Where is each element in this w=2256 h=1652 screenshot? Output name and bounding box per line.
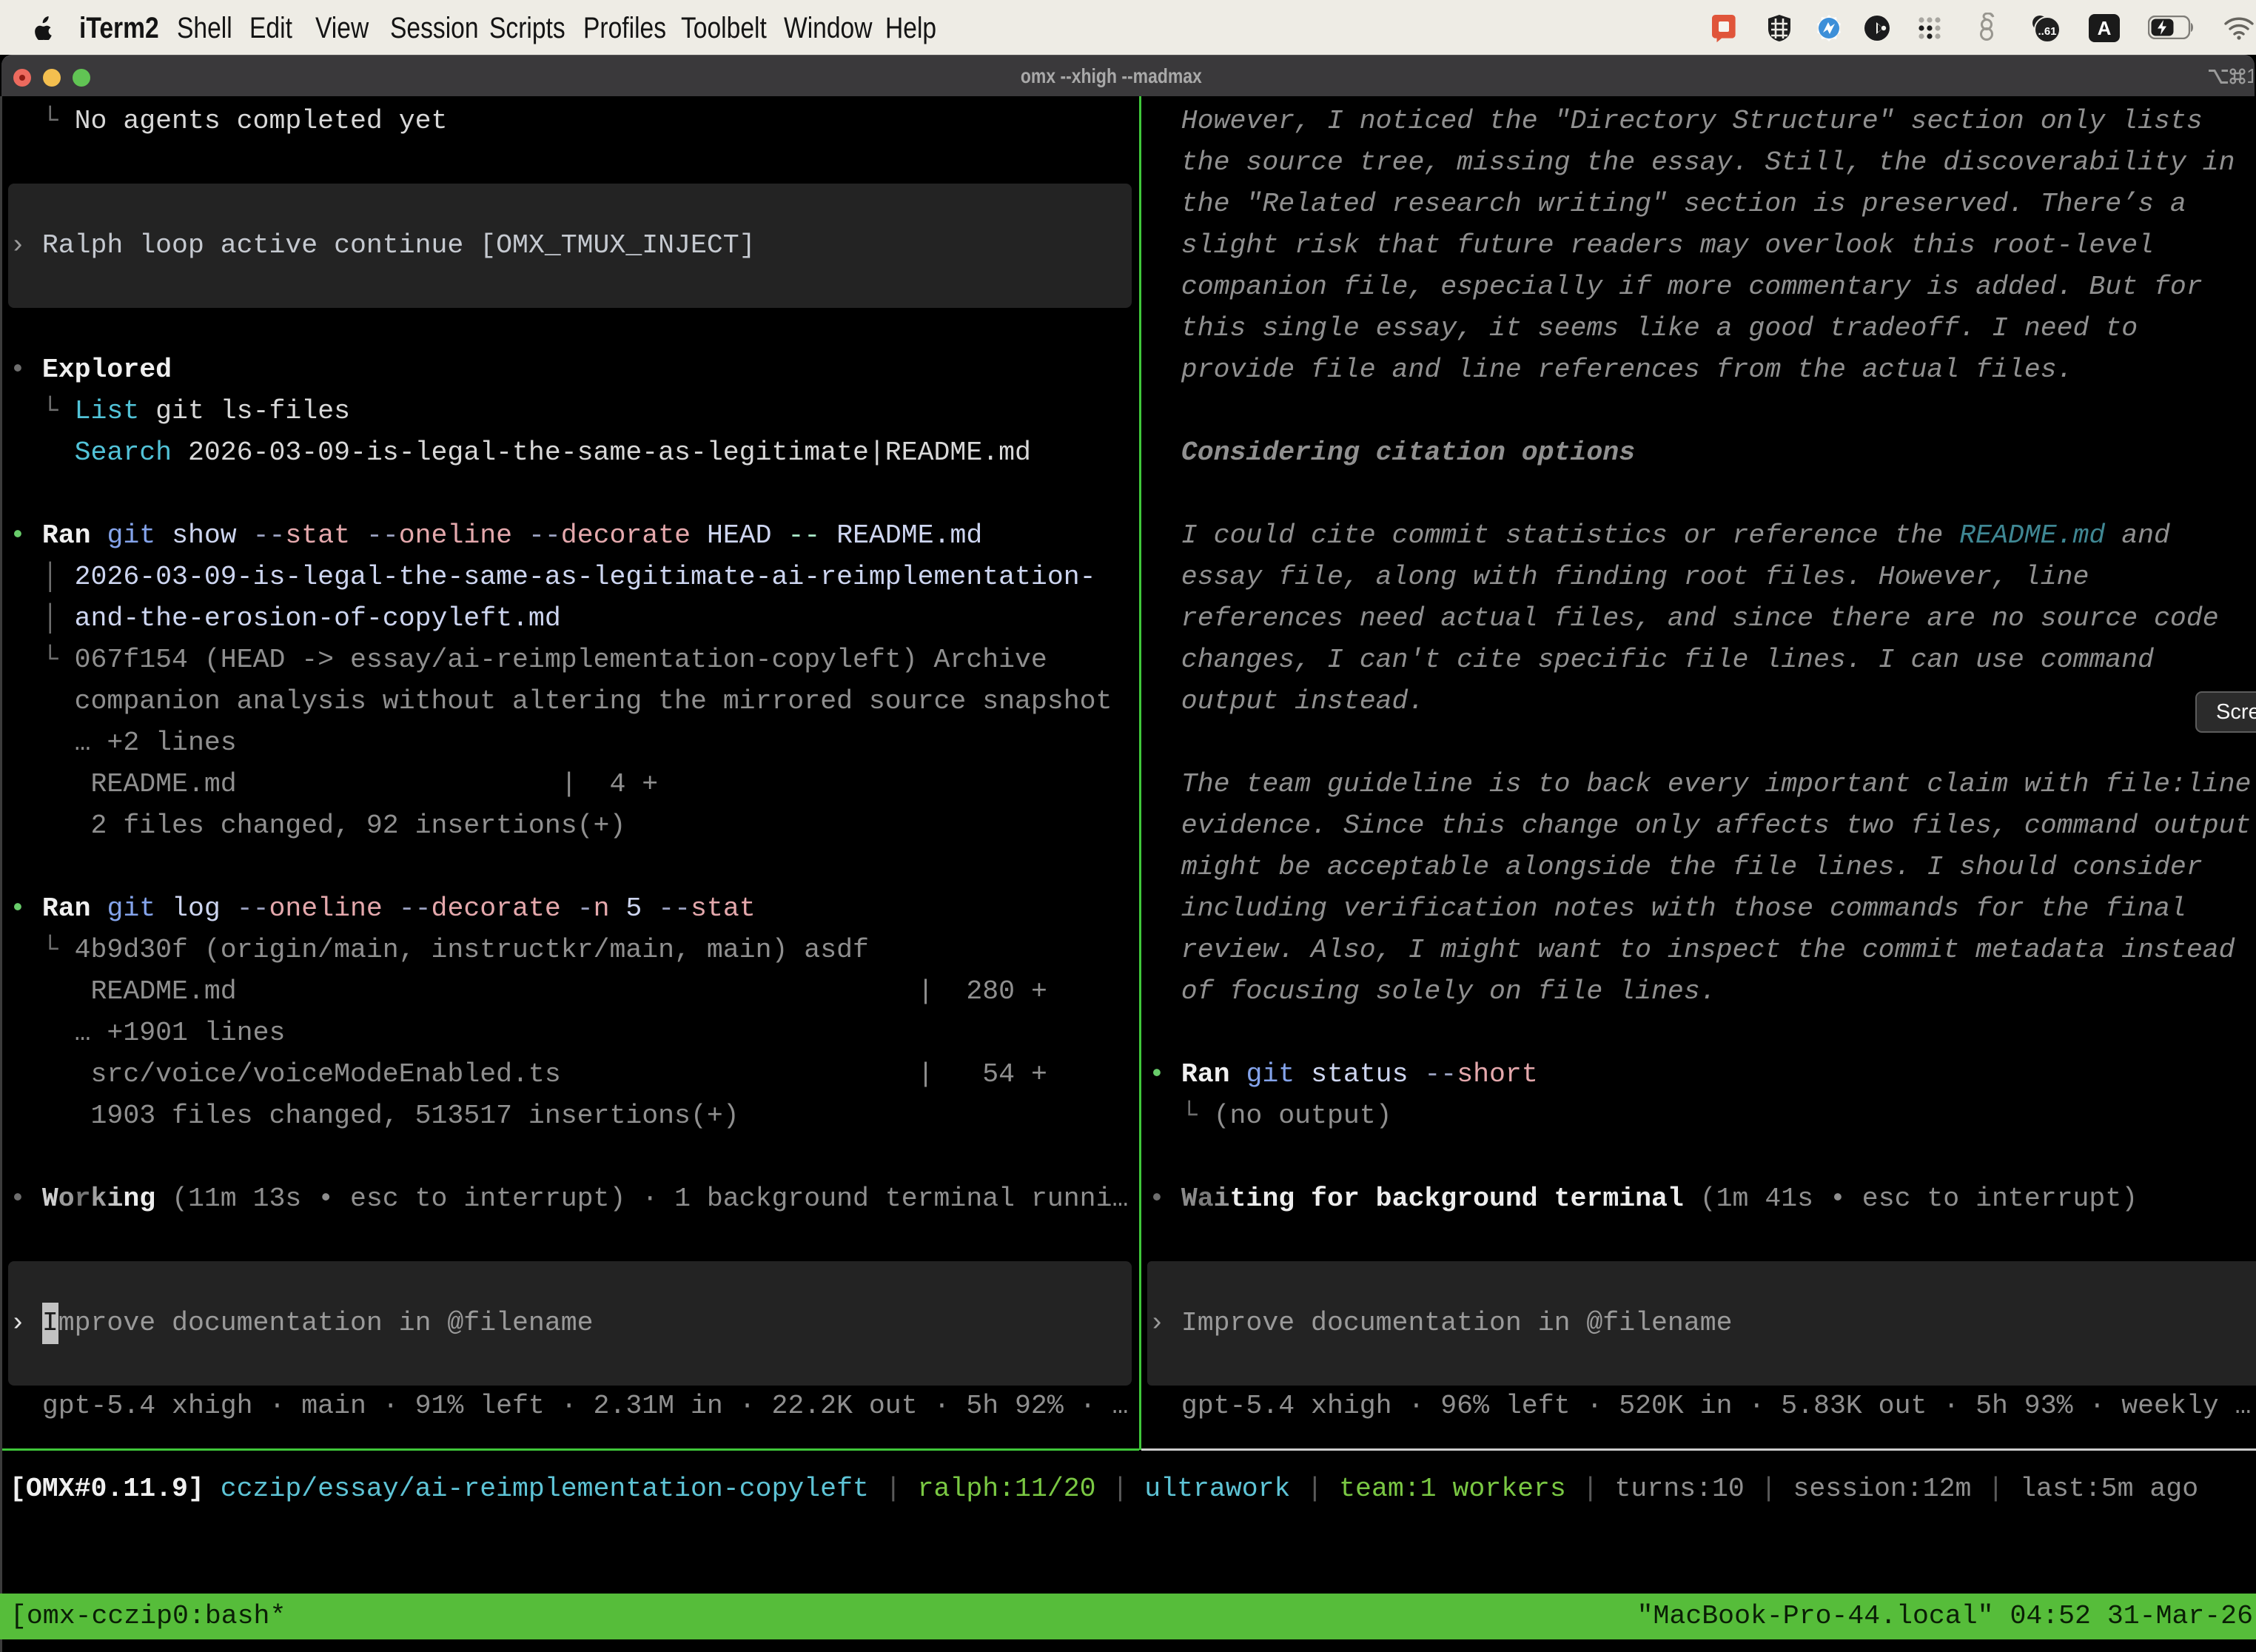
svg-text:A: A — [2098, 17, 2112, 39]
svg-text:1: 1 — [2246, 64, 2253, 87]
svg-text:..61: ..61 — [2038, 25, 2056, 38]
